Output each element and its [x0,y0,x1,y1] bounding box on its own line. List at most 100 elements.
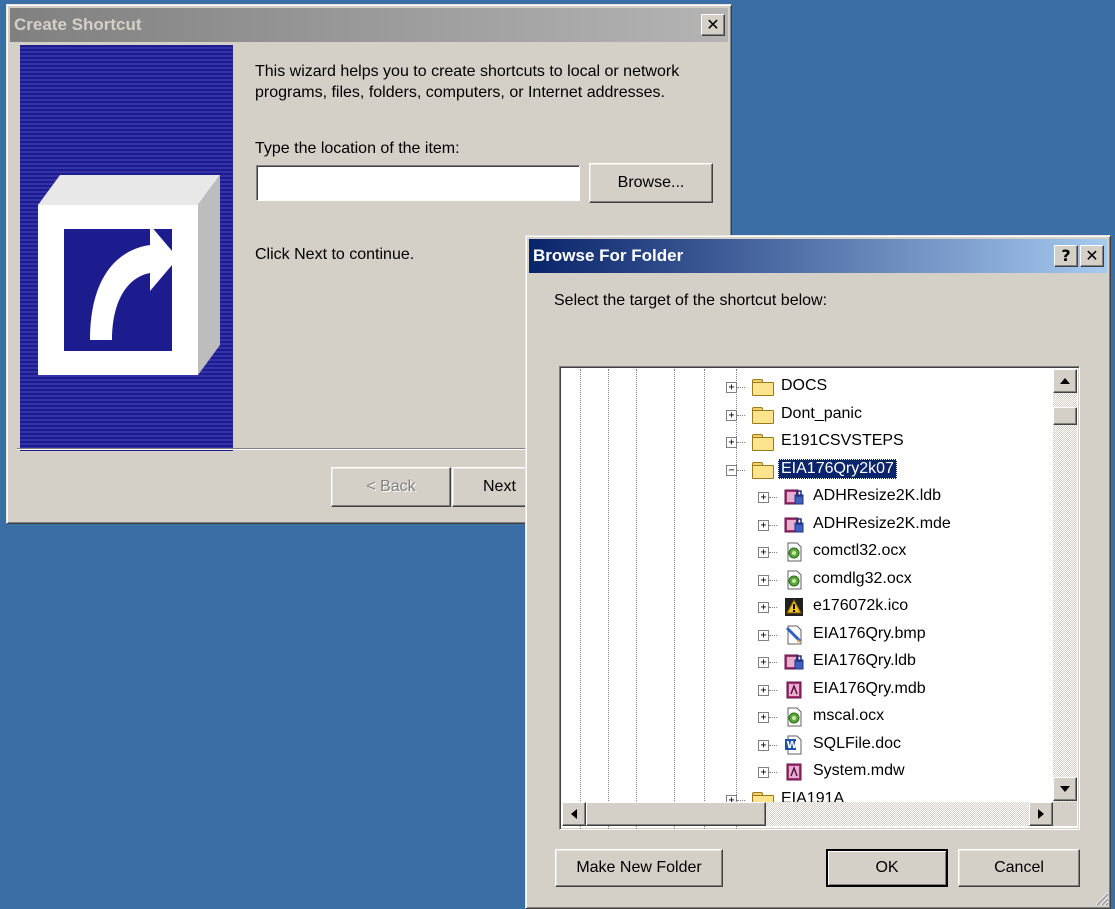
expand-icon[interactable]: + [758,712,769,723]
close-icon: ✕ [706,15,720,34]
wizard-banner [20,45,233,451]
word-file-icon: W [784,735,804,755]
scroll-down-button[interactable] [1053,777,1077,801]
ico-file-icon [784,597,804,617]
tree-folder-item[interactable]: + Dont_panic [560,403,1050,427]
tree-item-label[interactable]: EIA176Qry.mdb [810,679,929,699]
tree-connector [769,744,777,746]
expand-icon[interactable]: + [758,767,769,778]
arrow-left-icon [571,809,577,819]
expand-icon[interactable]: + [726,382,737,393]
scroll-right-button[interactable] [1029,802,1053,826]
close-button[interactable]: ✕ [701,14,725,36]
tree-connector [737,387,745,388]
tree-folder-item[interactable]: − EIA176Qry2k07 [560,458,1050,482]
tree-connector [769,662,777,663]
resize-grip-icon[interactable] [1093,890,1109,906]
tree-connector [769,552,777,553]
expand-icon[interactable]: + [758,629,769,641]
browse-instruction: Select the target of the shortcut below: [554,292,828,309]
make-new-folder-button[interactable]: Make New Folder [555,849,723,887]
tree-folder-item[interactable]: + E191CSVSTEPS [560,430,1050,454]
scroll-left-button[interactable] [562,802,586,826]
tree-file-item[interactable]: + ADHResize2K.mde [560,513,1050,537]
expand-icon[interactable]: + [758,684,769,696]
horizontal-scroll-thumb[interactable] [586,802,766,826]
continue-text: Click Next to continue. [255,246,415,263]
arrow-down-icon [1060,786,1070,792]
tree-file-item[interactable]: + mscal.ocx [560,705,1050,729]
folder-icon [752,434,774,451]
tree-item-label[interactable]: E191CSVSTEPS [778,431,907,451]
expand-icon[interactable]: + [758,739,769,751]
expand-icon[interactable]: + [726,409,737,421]
tree-connector [769,689,777,691]
access-lock-file-icon [784,652,804,672]
tree-file-item[interactable]: + EIA176Qry.bmp [560,623,1050,647]
expand-icon[interactable]: + [758,492,769,503]
arrow-right-icon [1038,809,1044,819]
tree-file-item[interactable]: + ADHResize2K.ldb [560,485,1050,509]
create-shortcut-titlebar[interactable]: Create Shortcut ✕ [10,8,728,42]
tree-file-item[interactable]: + EIA176Qry.ldb [560,650,1050,674]
tree-connector [769,497,777,498]
tree-item-label[interactable]: ADHResize2K.ldb [810,486,944,506]
close-icon: ✕ [1085,246,1099,265]
expand-icon[interactable]: + [758,547,769,558]
tree-item-label[interactable]: comctl32.ocx [810,541,909,561]
tree-item-label[interactable]: EIA176Qry.ldb [810,651,919,671]
browse-button[interactable]: Browse... [589,163,713,203]
access-lock-file-icon [784,487,804,507]
tree-item-label[interactable]: EIA176Qry2k07 [778,458,897,479]
tree-item-label[interactable]: SQLFile.doc [810,734,904,754]
tree-item-label[interactable]: ADHResize2K.mde [810,514,954,534]
vertical-scroll-thumb[interactable] [1053,407,1077,425]
tree-connector [769,607,777,608]
tree-file-item[interactable]: + comctl32.ocx [560,540,1050,564]
tree-connector [737,414,745,416]
expand-icon[interactable]: + [758,657,769,668]
scroll-up-button[interactable] [1053,369,1077,393]
location-input[interactable] [256,165,580,201]
tree-connector [737,799,745,801]
tree-folder-item[interactable]: + DOCS [560,375,1050,399]
access-file-icon [784,680,804,700]
expand-icon[interactable]: + [758,602,769,613]
vertical-scroll-track[interactable] [1053,369,1077,805]
wizard-intro: This wizard helps you to create shortcut… [255,63,680,101]
tree-file-item[interactable]: + comdlg32.ocx [560,568,1050,592]
expand-icon[interactable]: + [726,437,737,448]
browse-folder-titlebar[interactable]: Browse For Folder ? ✕ [529,239,1107,273]
tree-item-label[interactable]: mscal.ocx [810,706,887,726]
ocx-file-icon [784,570,804,590]
tree-item-label[interactable]: comdlg32.ocx [810,569,915,589]
back-button[interactable]: < Back [331,467,451,507]
tree-file-item[interactable]: + System.mdw [560,760,1050,784]
tree-item-label[interactable]: System.mdw [810,761,908,781]
folder-icon [752,461,774,479]
expand-icon[interactable]: + [758,519,769,531]
collapse-icon[interactable]: − [726,464,737,476]
tree-file-item[interactable]: + EIA176Qry.mdb [560,678,1050,702]
cancel-button[interactable]: Cancel [958,849,1080,887]
close-button[interactable]: ✕ [1080,245,1104,267]
folder-icon [752,406,774,424]
help-button[interactable]: ? [1054,245,1078,267]
bmp-file-icon [784,625,804,645]
help-icon: ? [1061,246,1071,265]
ocx-file-icon [784,707,804,727]
tree-item-label[interactable]: e176072k.ico [810,596,911,616]
tree-item-label[interactable]: EIA176Qry.bmp [810,624,929,644]
tree-file-item[interactable]: + W SQLFile.doc [560,733,1050,757]
tree-connector [737,469,745,471]
ok-button[interactable]: OK [826,849,948,887]
shortcut-arrow-icon [38,175,220,375]
expand-icon[interactable]: + [758,574,769,586]
location-label: Type the location of the item: [255,140,460,157]
tree-connector [769,717,777,718]
tree-item-label[interactable]: DOCS [778,376,830,396]
create-shortcut-title: Create Shortcut [14,15,142,34]
folder-tree[interactable]: + DOCS + Dont_panic + E191CSVSTEPS − EIA176Qry2… [559,366,1080,830]
tree-item-label[interactable]: Dont_panic [778,404,865,424]
tree-file-item[interactable]: + e176072k.ico [560,595,1050,619]
